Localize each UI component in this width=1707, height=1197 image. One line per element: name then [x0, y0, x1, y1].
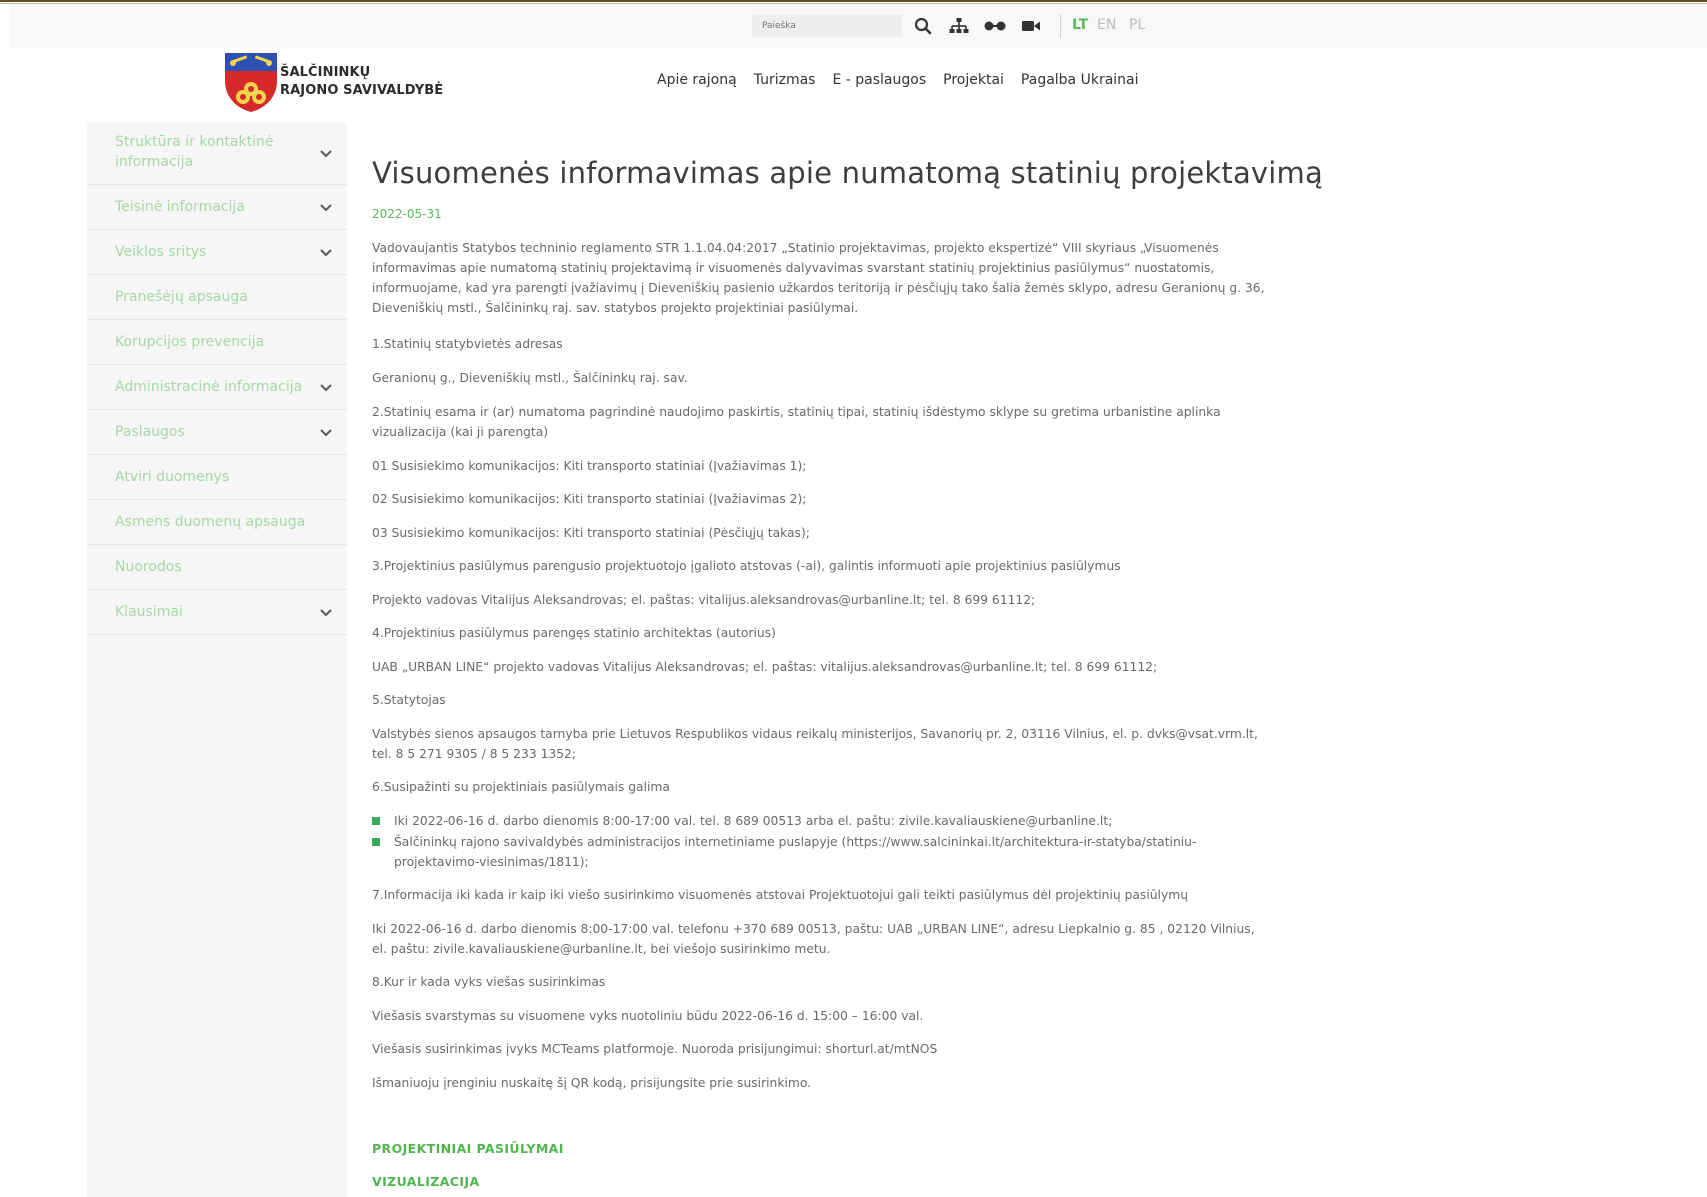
- chevron-down-icon: [320, 429, 332, 437]
- sidebar-item-paslaugos[interactable]: Paslaugos: [87, 410, 347, 455]
- coat-of-arms-logo[interactable]: [223, 51, 279, 113]
- sidebar-item-label: Teisinė informacija: [115, 199, 245, 215]
- article-paragraph: UAB „URBAN LINE“ projekto vadovas Vitali…: [372, 660, 1158, 674]
- nav-e-paslaugos[interactable]: E - paslaugos: [832, 72, 926, 88]
- sidebar-item-label: Atviri duomenys: [115, 469, 230, 485]
- nav-apie-rajona[interactable]: Apie rajoną: [657, 72, 737, 88]
- sidebar: Struktūra ir kontaktinė informacija Teis…: [87, 122, 347, 1197]
- chevron-down-icon: [320, 249, 332, 257]
- sidebar-item-veiklos[interactable]: Veiklos sritys: [87, 230, 347, 275]
- sidebar-item-label: Veiklos sritys: [115, 244, 207, 260]
- nav-turizmas[interactable]: Turizmas: [754, 72, 816, 88]
- article-paragraph: 1.Statinių statybvietės adresas: [372, 337, 563, 351]
- sidebar-item-korupcijos[interactable]: Korupcijos prevencija: [87, 320, 347, 365]
- article-paragraph: 01 Susisiekimo komunikacijos: Kiti trans…: [372, 459, 807, 473]
- sidebar-item-pranesieju[interactable]: Pranešėjų apsauga: [87, 275, 347, 320]
- sidebar-item-administracine[interactable]: Administracinė informacija: [87, 365, 347, 410]
- main-nav: Apie rajoną Turizmas E - paslaugos Proje…: [657, 72, 1139, 88]
- article-paragraph: 3.Projektinius pasiūlymus parengusio pro…: [372, 559, 1121, 573]
- sidebar-item-nuorodos[interactable]: Nuorodos: [87, 545, 347, 590]
- article-paragraph: 2.Statinių esama ir (ar) numatoma pagrin…: [372, 405, 1221, 439]
- article-paragraph: 02 Susisiekimo komunikacijos: Kiti trans…: [372, 492, 807, 506]
- sidebar-item-label: Paslaugos: [115, 424, 185, 440]
- article-paragraph: Iki 2022-06-16 d. darbo dienomis 8:00-17…: [372, 922, 1255, 956]
- article-paragraph: Vadovaujantis Statybos techninio reglame…: [372, 241, 1265, 315]
- sidebar-item-teisine[interactable]: Teisinė informacija: [87, 185, 347, 230]
- article-paragraph: 8.Kur ir kada vyks viešas susirinkimas: [372, 975, 606, 989]
- sidebar-item-label: Klausimai: [115, 604, 183, 620]
- list-item-text: Iki 2022-06-16 d. darbo dienomis 8:00-17…: [394, 814, 1113, 828]
- sidebar-item-label: Struktūra ir kontaktinė informacija: [115, 134, 274, 170]
- sidebar-item-label: Pranešėjų apsauga: [115, 289, 248, 305]
- brand-line-2: RAJONO SAVIVALDYBĖ: [280, 83, 444, 98]
- brand-name[interactable]: ŠALČININKŲ RAJONO SAVIVALDYBĖ: [280, 64, 443, 100]
- sidebar-item-asmens[interactable]: Asmens duomenų apsauga: [87, 500, 347, 545]
- article-paragraph: 5.Statytojas: [372, 693, 446, 707]
- article-paragraph: Geranionų g., Dieveniškių mstl., Šalčini…: [372, 371, 688, 385]
- link-projektiniai-pasiulymai[interactable]: PROJEKTINIAI PASIŪLYMAI: [372, 1141, 564, 1156]
- sidebar-item-label: Korupcijos prevencija: [115, 334, 265, 350]
- article-paragraph: 6.Susipažinti su projektiniais pasiūlyma…: [372, 780, 670, 794]
- nav-projektai[interactable]: Projektai: [943, 72, 1004, 88]
- sidebar-item-label: Administracinė informacija: [115, 379, 303, 395]
- top-border: [0, 0, 1707, 2]
- article-paragraph: Valstybės sienos apsaugos tarnyba prie L…: [372, 727, 1258, 761]
- article-paragraph: Viešasis svarstymas su visuomene vyks nu…: [372, 1009, 924, 1023]
- bullet-marker: [372, 838, 380, 846]
- article-date: 2022-05-31: [372, 207, 442, 221]
- nav-pagalba-ukrainai[interactable]: Pagalba Ukrainai: [1021, 72, 1139, 88]
- accessibility-icon[interactable]: [982, 13, 1008, 39]
- link-vizualizacija[interactable]: VIZUALIZACIJA: [372, 1174, 480, 1189]
- sidebar-item-atviri[interactable]: Atviri duomenys: [87, 455, 347, 500]
- sidebar-item-label: Nuorodos: [115, 559, 182, 575]
- sidebar-item-label: Asmens duomenų apsauga: [115, 514, 306, 530]
- article-paragraph: 7.Informacija iki kada ir kaip iki viešo…: [372, 888, 1188, 902]
- article-paragraph: Projekto vadovas Vitalijus Aleksandrovas…: [372, 593, 1036, 607]
- bullet-marker: [372, 817, 380, 825]
- page-title: Visuomenės informavimas apie numatomą st…: [372, 156, 1323, 190]
- language-separator: [1060, 14, 1061, 38]
- article-paragraph: 03 Susisiekimo komunikacijos: Kiti trans…: [372, 526, 810, 540]
- search-icon[interactable]: [910, 13, 936, 39]
- article-paragraph: Viešasis susirinkimas įvyks MCTeams plat…: [372, 1042, 938, 1056]
- chevron-down-icon: [320, 384, 332, 392]
- sidebar-item-klausimai[interactable]: Klausimai: [87, 590, 347, 635]
- language-en[interactable]: EN: [1097, 17, 1116, 33]
- brand-line-1: ŠALČININKŲ: [280, 65, 371, 80]
- article-paragraph: 4.Projektinius pasiūlymus parengęs stati…: [372, 626, 776, 640]
- sitemap-icon[interactable]: [946, 13, 972, 39]
- search-input[interactable]: [752, 15, 902, 37]
- chevron-down-icon: [320, 204, 332, 212]
- language-lt[interactable]: LT: [1072, 17, 1088, 33]
- chevron-down-icon: [320, 150, 332, 158]
- video-icon[interactable]: [1018, 13, 1044, 39]
- list-item-link[interactable]: Šalčininkų rajono savivaldybės administr…: [394, 832, 1272, 872]
- sidebar-item-struktura[interactable]: Struktūra ir kontaktinė informacija: [87, 122, 347, 185]
- chevron-down-icon: [320, 609, 332, 617]
- language-pl[interactable]: PL: [1129, 17, 1145, 33]
- article-paragraph: Išmaniuoju įrenginiu nuskaitę šį QR kodą…: [372, 1076, 812, 1090]
